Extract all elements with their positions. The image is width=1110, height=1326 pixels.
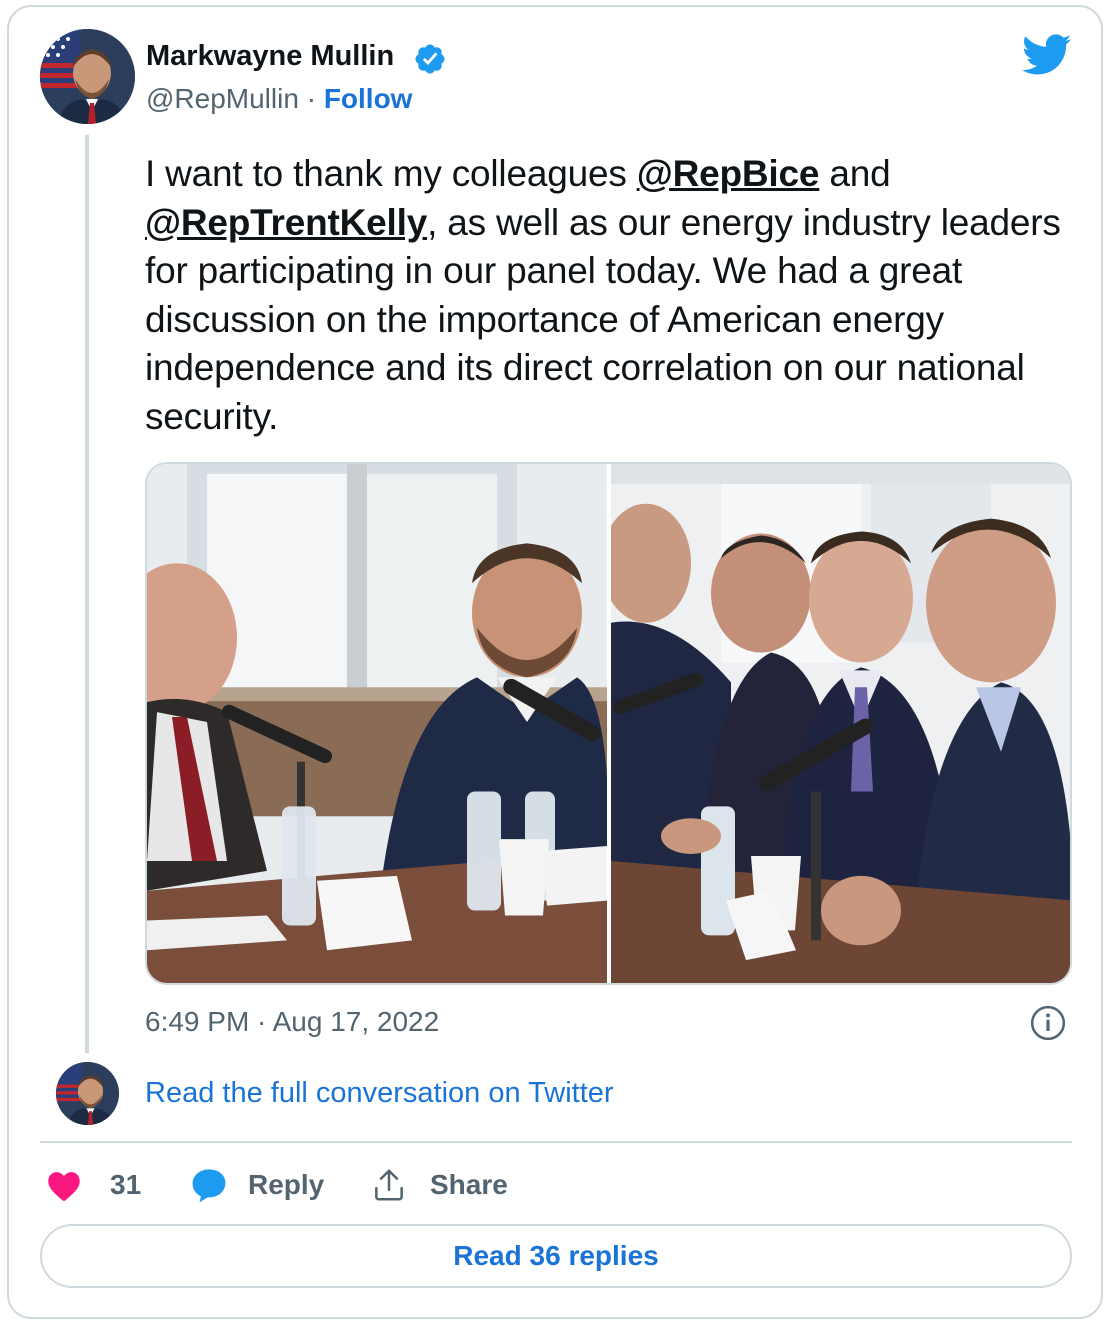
share-label: Share <box>430 1169 508 1200</box>
author-name[interactable]: Markwayne Mullin <box>146 40 394 73</box>
heart-icon <box>48 1172 80 1201</box>
tweet-photo-1[interactable] <box>147 464 607 983</box>
thread-line <box>85 135 89 1053</box>
speech-bubble-icon <box>192 1169 226 1203</box>
follow-link[interactable]: Follow <box>324 83 413 114</box>
tweet-photo-2[interactable] <box>611 464 1072 983</box>
author-handle[interactable]: @RepMullin <box>146 83 299 114</box>
media-grid <box>145 462 1072 985</box>
info-icon[interactable] <box>1029 1004 1067 1042</box>
read-replies-button[interactable]: Read 36 replies <box>40 1224 1072 1288</box>
divider <box>40 1141 1072 1143</box>
share-button[interactable]: Share <box>370 1160 508 1210</box>
tweet-segment: and <box>819 153 891 194</box>
tweet-timestamp[interactable]: 6:49 PM · Aug 17, 2022 <box>145 1006 439 1038</box>
tweet-text: I want to thank my colleagues @RepBice a… <box>145 150 1075 441</box>
mention-reptrentkelly[interactable]: @RepTrentKelly <box>145 202 427 243</box>
separator-dot: · <box>306 83 317 114</box>
read-replies-label: Read 36 replies <box>453 1240 659 1271</box>
reply-label: Reply <box>248 1169 325 1200</box>
author-avatar[interactable] <box>40 29 135 124</box>
share-upload-icon <box>375 1169 403 1201</box>
verified-badge-icon <box>415 44 445 74</box>
author-avatar-small[interactable] <box>56 1062 119 1125</box>
like-count: 31 <box>110 1169 142 1200</box>
read-conversation-link[interactable]: Read the full conversation on Twitter <box>145 1077 614 1110</box>
tweet-segment: I want to thank my colleagues <box>145 153 637 194</box>
twitter-bird-icon[interactable] <box>1022 34 1072 76</box>
mention-repbice[interactable]: @RepBice <box>637 153 820 194</box>
reply-button[interactable]: Reply <box>190 1160 324 1210</box>
like-button[interactable]: 31 <box>46 1160 141 1210</box>
handle-row: @RepMullin · Follow <box>146 83 412 115</box>
action-bar: 31 Reply Share <box>40 1160 740 1210</box>
